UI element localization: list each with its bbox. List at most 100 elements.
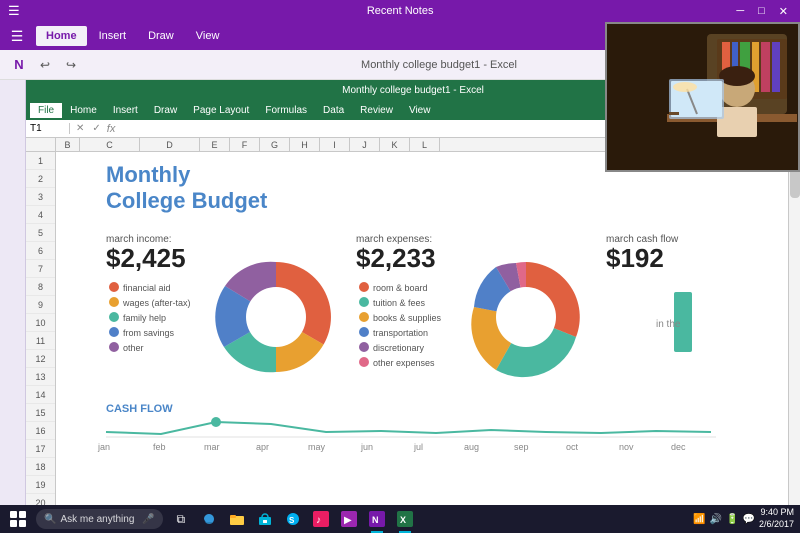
- row-16: 16: [26, 422, 55, 440]
- svg-text:from savings: from savings: [123, 328, 175, 338]
- taskbar-onenote[interactable]: N: [363, 505, 391, 533]
- svg-text:books & supplies: books & supplies: [373, 313, 442, 323]
- row-2: 2: [26, 170, 55, 188]
- explorer-icon: [229, 511, 245, 527]
- row-13: 13: [26, 368, 55, 386]
- maximize-btn[interactable]: □: [754, 5, 769, 18]
- svg-text:wages (after-tax): wages (after-tax): [122, 298, 191, 308]
- row-10: 10: [26, 314, 55, 332]
- clock-time: 9:40 PM: [760, 507, 794, 519]
- vertical-scrollbar[interactable]: ▲ ▼: [788, 152, 800, 505]
- check-icon: ✓: [92, 123, 100, 134]
- taskbar-skype[interactable]: S: [279, 505, 307, 533]
- svg-text:N: N: [372, 515, 379, 525]
- row-7: 7: [26, 260, 55, 278]
- minimize-btn[interactable]: ─: [732, 5, 748, 18]
- taskbar-store[interactable]: [251, 505, 279, 533]
- svg-text:jun: jun: [360, 442, 373, 452]
- microphone-icon: 🎤: [142, 514, 154, 525]
- svg-text:$192: $192: [606, 243, 664, 273]
- svg-text:room & board: room & board: [373, 283, 428, 293]
- col-header-i: I: [320, 138, 350, 151]
- video-icon: ▶: [341, 511, 357, 527]
- excel-tab-pagelayout[interactable]: Page Layout: [185, 103, 257, 118]
- onenote-tab-home[interactable]: Home: [36, 26, 87, 46]
- row-19: 19: [26, 476, 55, 494]
- svg-text:discretionary: discretionary: [373, 343, 425, 353]
- budget-svg: Monthly College Budget march income: $2,…: [56, 152, 756, 505]
- row-15: 15: [26, 404, 55, 422]
- row-17: 17: [26, 440, 55, 458]
- taskbar-search-icon: 🔍: [44, 514, 56, 525]
- taskbar: 🔍 Ask me anything 🎤 ⧉: [0, 505, 800, 533]
- taskbar-music[interactable]: ♪: [307, 505, 335, 533]
- svg-text:family help: family help: [123, 313, 166, 323]
- svg-text:nov: nov: [619, 442, 634, 452]
- taskbar-video[interactable]: ▶: [335, 505, 363, 533]
- excel-tab-file[interactable]: File: [30, 103, 62, 118]
- svg-text:$2,233: $2,233: [356, 243, 436, 273]
- music-icon: ♪: [313, 511, 329, 527]
- svg-text:jan: jan: [97, 442, 110, 452]
- system-tray: 📶 🔊 🔋 💬 9:40 PM 2/6/2017: [693, 507, 800, 530]
- store-icon: [257, 511, 273, 527]
- taskbar-explorer[interactable]: [223, 505, 251, 533]
- onenote-tab-insert[interactable]: Insert: [89, 26, 137, 46]
- taskbar-search[interactable]: 🔍 Ask me anything 🎤: [36, 509, 163, 529]
- excel-tab-draw[interactable]: Draw: [146, 103, 185, 118]
- excel-title: Monthly college budget1 - Excel: [342, 85, 484, 96]
- svg-text:other expenses: other expenses: [373, 358, 435, 368]
- undo-btn[interactable]: ↩: [34, 54, 56, 76]
- taskbar-excel[interactable]: X: [391, 505, 419, 533]
- clock[interactable]: 9:40 PM 2/6/2017: [759, 507, 794, 530]
- photo-svg: [607, 24, 800, 172]
- cell-reference[interactable]: T1: [30, 123, 70, 134]
- row-8: 8: [26, 278, 55, 296]
- onenote-tab-draw[interactable]: Draw: [138, 26, 184, 46]
- excel-taskbar-icon: X: [397, 511, 413, 527]
- col-header-j: J: [350, 138, 380, 151]
- svg-text:X: X: [400, 515, 406, 525]
- svg-text:♪: ♪: [316, 515, 321, 526]
- battery-icon: 🔋: [726, 514, 738, 525]
- notification-icon[interactable]: 💬: [743, 514, 755, 525]
- onenote-taskbar-icon: N: [369, 511, 385, 527]
- svg-text:$2,425: $2,425: [106, 243, 186, 273]
- taskbar-search-text: Ask me anything: [60, 514, 134, 525]
- svg-text:apr: apr: [256, 442, 269, 452]
- excel-tab-home[interactable]: Home: [62, 103, 105, 118]
- hamburger-icon[interactable]: ☰: [6, 25, 28, 47]
- sheet-content[interactable]: Monthly College Budget march income: $2,…: [56, 152, 788, 505]
- window-controls[interactable]: ─ □ ✕: [732, 5, 792, 18]
- onenote-title: Recent Notes: [68, 5, 732, 17]
- onenote-tab-view[interactable]: View: [186, 26, 230, 46]
- row-col-corner: [26, 138, 56, 151]
- row-12: 12: [26, 350, 55, 368]
- excel-tab-insert[interactable]: Insert: [105, 103, 146, 118]
- vertical-scroll-thumb[interactable]: [790, 168, 800, 198]
- skype-icon: S: [285, 511, 301, 527]
- start-button[interactable]: [0, 505, 36, 533]
- taskbar-cortana[interactable]: ⧉: [167, 505, 195, 533]
- excel-tab-review[interactable]: Review: [352, 103, 401, 118]
- col-header-e: E: [200, 138, 230, 151]
- svg-text:aug: aug: [464, 442, 479, 452]
- col-header-l: L: [410, 138, 440, 151]
- excel-tab-data[interactable]: Data: [315, 103, 352, 118]
- close-btn[interactable]: ✕: [775, 5, 792, 18]
- clock-date: 2/6/2017: [759, 519, 794, 531]
- col-header-b: B: [56, 138, 80, 151]
- cortana-icon: ⧉: [177, 512, 186, 527]
- network-icon: 📶: [693, 514, 705, 525]
- excel-tab-formulas[interactable]: Formulas: [257, 103, 315, 118]
- row-18: 18: [26, 458, 55, 476]
- svg-text:tuition & fees: tuition & fees: [373, 298, 426, 308]
- row-14: 14: [26, 386, 55, 404]
- row-20: 20: [26, 494, 55, 505]
- col-header-f: F: [230, 138, 260, 151]
- taskbar-edge[interactable]: [195, 505, 223, 533]
- onenote-logo-btn[interactable]: N: [8, 54, 30, 76]
- svg-text:dec: dec: [671, 442, 686, 452]
- redo-btn[interactable]: ↪: [60, 54, 82, 76]
- excel-tab-view[interactable]: View: [401, 103, 439, 118]
